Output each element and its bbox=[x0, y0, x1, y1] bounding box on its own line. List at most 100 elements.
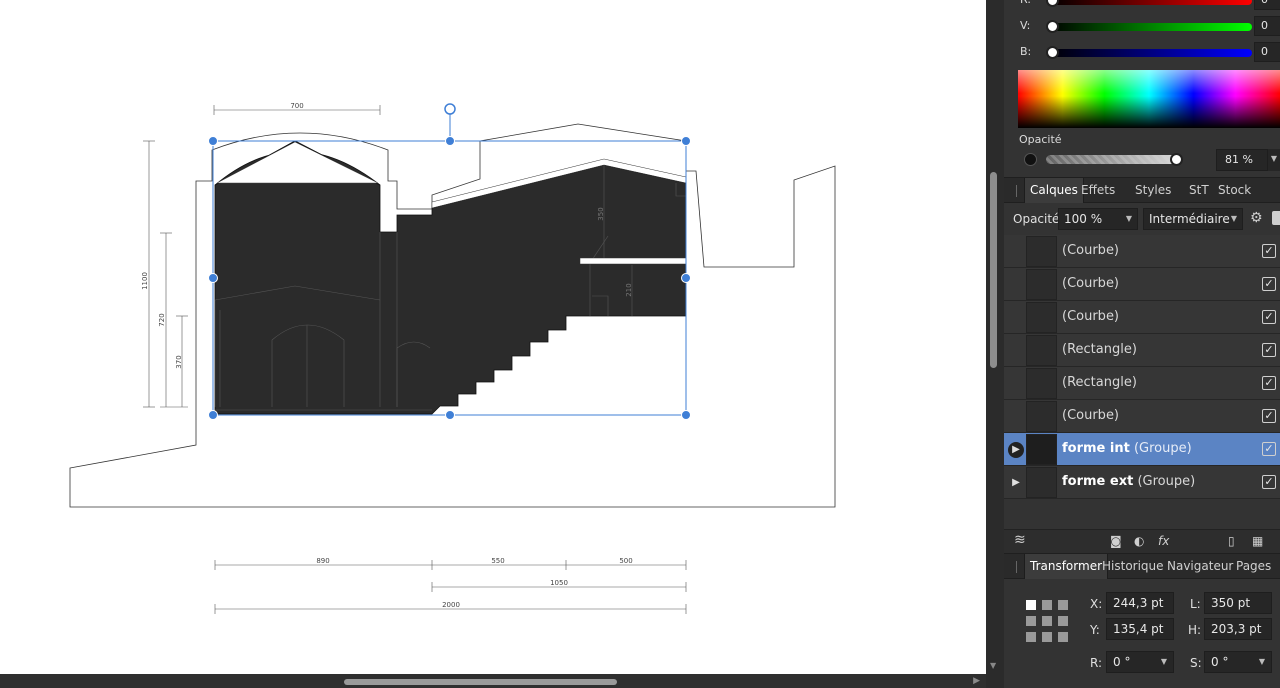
shear-dropdown[interactable]: 0 ° ▼ bbox=[1204, 651, 1272, 673]
chevron-down-icon: ▼ bbox=[1230, 214, 1237, 223]
document-canvas[interactable]: 1100 720 370 350 210 700 890 550 500 105… bbox=[0, 0, 986, 674]
tab-stt[interactable]: StT bbox=[1189, 183, 1209, 197]
opacity-value-field[interactable]: 81 % bbox=[1216, 149, 1268, 171]
layer-row[interactable]: (Courbe) ✓ bbox=[1004, 235, 1280, 268]
layers-stack-icon[interactable]: ≋ bbox=[1014, 532, 1026, 548]
panel-scrollbar-thumb[interactable] bbox=[990, 172, 997, 368]
chevron-down-icon: ▼ bbox=[1258, 657, 1265, 666]
height-field[interactable]: 203,3 pt bbox=[1204, 618, 1272, 640]
visibility-checkbox[interactable]: ✓ bbox=[1262, 277, 1276, 291]
blue-slider-knob[interactable] bbox=[1046, 46, 1059, 59]
layer-label: (Courbe) bbox=[1062, 276, 1120, 291]
layer-thumbnail bbox=[1026, 368, 1057, 399]
dim-1050-label: 1050 bbox=[550, 579, 568, 587]
dim-1100-label: 1100 bbox=[141, 272, 149, 290]
anchor-bottom-center[interactable] bbox=[1042, 632, 1052, 642]
layer-thumbnail bbox=[1026, 335, 1057, 366]
opacity-slider-knob[interactable] bbox=[1170, 153, 1183, 166]
visibility-checkbox[interactable]: ✓ bbox=[1262, 475, 1276, 489]
tab-pages[interactable]: Pages bbox=[1236, 559, 1271, 573]
new-layer-icon[interactable]: ▯ bbox=[1228, 534, 1235, 548]
anchor-top-left[interactable] bbox=[1026, 600, 1036, 610]
rotation-label: R: bbox=[1090, 656, 1103, 670]
layer-row[interactable]: ▶ forme ext (Groupe) ✓ bbox=[1004, 466, 1280, 499]
fx-icon[interactable]: fx bbox=[1158, 534, 1169, 548]
layer-label: forme ext (Groupe) bbox=[1062, 474, 1196, 489]
expand-arrow-icon[interactable]: ▶ bbox=[1008, 442, 1024, 458]
anchor-middle-right[interactable] bbox=[1058, 616, 1068, 626]
transform-tabbar: Transformer Historique Navigateur Pages bbox=[1004, 553, 1280, 579]
layer-row[interactable]: (Courbe) ✓ bbox=[1004, 400, 1280, 433]
tab-styles[interactable]: Styles bbox=[1135, 183, 1171, 197]
green-slider-knob[interactable] bbox=[1046, 20, 1059, 33]
horizontal-scrollbar[interactable]: ▶ bbox=[0, 674, 986, 688]
mask-icon[interactable]: ◙ bbox=[1110, 534, 1122, 548]
blend-mode-dropdown[interactable]: Intermédiaire ▼ bbox=[1143, 208, 1243, 230]
width-field[interactable]: 350 pt bbox=[1204, 592, 1272, 614]
blend-mode-value: Intermédiaire bbox=[1149, 212, 1230, 226]
red-slider[interactable] bbox=[1048, 0, 1252, 5]
color-spectrum[interactable] bbox=[1018, 70, 1280, 128]
visibility-checkbox[interactable]: ✓ bbox=[1262, 409, 1276, 423]
anchor-bottom-left[interactable] bbox=[1026, 632, 1036, 642]
green-value-field[interactable]: 0 bbox=[1254, 16, 1280, 36]
anchor-center[interactable] bbox=[1042, 616, 1052, 626]
red-slider-knob[interactable] bbox=[1046, 0, 1059, 7]
tab-calques[interactable]: Calques bbox=[1024, 178, 1084, 203]
blue-slider[interactable] bbox=[1048, 49, 1252, 57]
rotation-value: 0 ° bbox=[1113, 655, 1131, 669]
green-slider[interactable] bbox=[1048, 23, 1252, 31]
scroll-down-arrow-icon[interactable]: ▼ bbox=[990, 661, 996, 670]
layer-thumbnail bbox=[1026, 467, 1057, 498]
opacity-slider[interactable] bbox=[1046, 155, 1180, 164]
app-window: 1100 720 370 350 210 700 890 550 500 105… bbox=[0, 0, 1280, 688]
blue-value-field[interactable]: 0 bbox=[1254, 42, 1280, 62]
tab-effets[interactable]: Effets bbox=[1081, 183, 1115, 197]
layer-opacity-dropdown[interactable]: 100 % ▼ bbox=[1058, 208, 1138, 230]
gear-icon[interactable]: ⚙ bbox=[1250, 211, 1264, 225]
dim-350-label: 350 bbox=[597, 207, 605, 220]
visibility-checkbox[interactable]: ✓ bbox=[1262, 376, 1276, 390]
panel-vertical-scrollbar[interactable]: ▼ bbox=[986, 0, 1004, 688]
layer-thumbnail bbox=[1026, 302, 1057, 333]
horizontal-scrollbar-thumb[interactable] bbox=[344, 679, 617, 685]
layer-row-selected[interactable]: ▶ forme int (Groupe) ✓ bbox=[1004, 433, 1280, 466]
layer-row[interactable]: (Courbe) ✓ bbox=[1004, 301, 1280, 334]
x-field[interactable]: 244,3 pt bbox=[1106, 592, 1174, 614]
anchor-top-right[interactable] bbox=[1058, 600, 1068, 610]
height-label: H: bbox=[1188, 623, 1202, 637]
visibility-checkbox[interactable]: ✓ bbox=[1262, 244, 1276, 258]
dim-500-label: 500 bbox=[619, 557, 632, 565]
tab-navigateur[interactable]: Navigateur bbox=[1167, 559, 1233, 573]
opacity-dropdown-chevron-icon[interactable]: ▼ bbox=[1268, 149, 1280, 171]
adjustment-icon[interactable]: ◐ bbox=[1134, 534, 1144, 548]
rotation-dropdown[interactable]: 0 ° ▼ bbox=[1106, 651, 1174, 673]
scroll-right-arrow-icon[interactable]: ▶ bbox=[973, 676, 980, 686]
current-color-swatch[interactable] bbox=[1024, 153, 1037, 166]
visibility-checkbox[interactable]: ✓ bbox=[1262, 343, 1276, 357]
tab-transformer[interactable]: Transformer bbox=[1024, 554, 1109, 579]
anchor-point-selector[interactable] bbox=[1026, 600, 1068, 642]
red-value-field[interactable]: 0 bbox=[1254, 0, 1280, 10]
y-field[interactable]: 135,4 pt bbox=[1106, 618, 1174, 640]
layer-label: forme int (Groupe) bbox=[1062, 441, 1192, 456]
tab-historique[interactable]: Historique bbox=[1102, 559, 1164, 573]
layer-row[interactable]: (Courbe) ✓ bbox=[1004, 268, 1280, 301]
pixel-layer-icon[interactable]: ▦ bbox=[1252, 534, 1263, 548]
tab-stock[interactable]: Stock bbox=[1218, 183, 1251, 197]
anchor-top-center[interactable] bbox=[1042, 600, 1052, 610]
layer-row[interactable]: (Rectangle) ✓ bbox=[1004, 334, 1280, 367]
visibility-checkbox[interactable]: ✓ bbox=[1262, 310, 1276, 324]
layer-row[interactable]: (Rectangle) ✓ bbox=[1004, 367, 1280, 400]
landing-bar bbox=[579, 257, 687, 265]
anchor-bottom-right[interactable] bbox=[1058, 632, 1068, 642]
dim-700-label: 700 bbox=[290, 102, 303, 110]
lock-icon[interactable] bbox=[1272, 211, 1280, 225]
blue-label: B: bbox=[1020, 45, 1032, 58]
visibility-checkbox[interactable]: ✓ bbox=[1262, 442, 1276, 456]
anchor-middle-left[interactable] bbox=[1026, 616, 1036, 626]
resize-handle-n bbox=[445, 136, 455, 146]
layer-thumbnail bbox=[1026, 434, 1057, 465]
expand-arrow-icon[interactable]: ▶ bbox=[1008, 475, 1024, 491]
rotate-handle bbox=[444, 103, 456, 115]
